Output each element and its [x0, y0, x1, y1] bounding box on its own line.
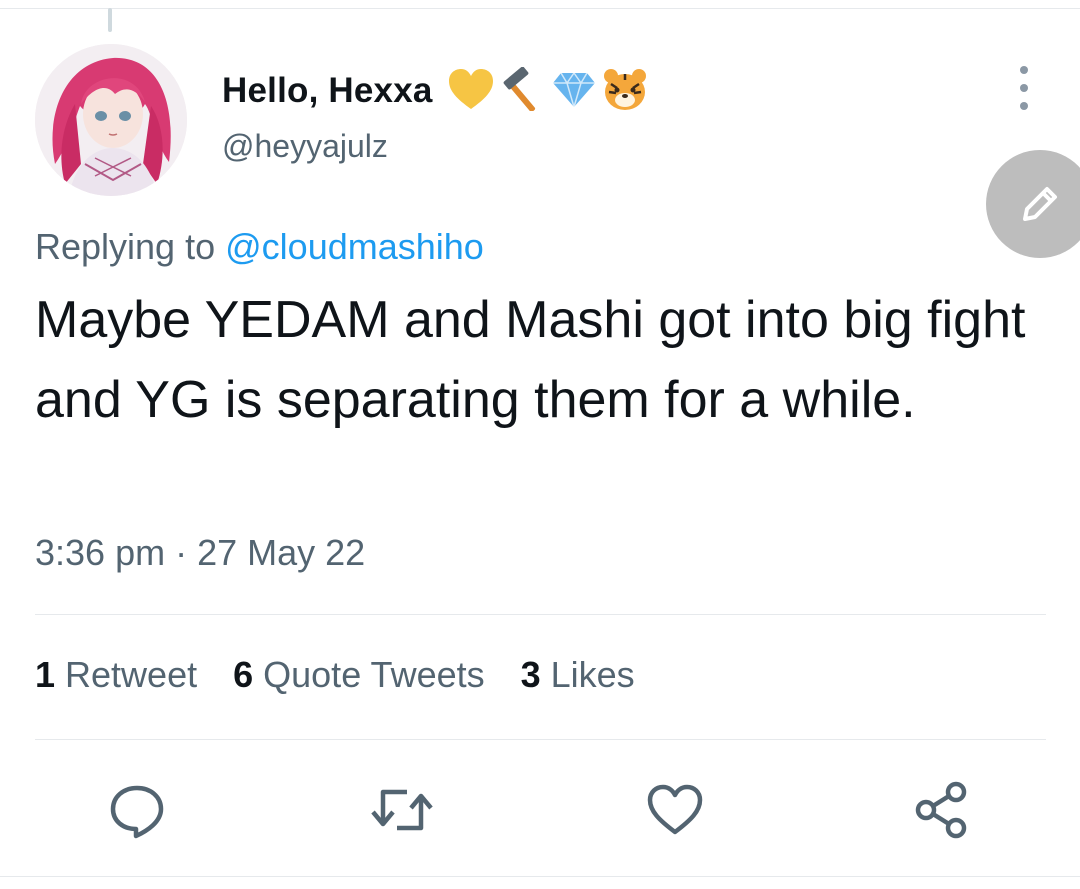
avatar-illustration-icon [35, 44, 187, 196]
retweet-button[interactable] [362, 770, 442, 850]
pencil-icon [1023, 187, 1057, 221]
share-button[interactable] [902, 770, 982, 850]
more-options-icon[interactable] [1014, 66, 1034, 110]
tweet-text: Maybe YEDAM and Mashi got into big fight… [35, 291, 1026, 429]
thread-connector-line [108, 8, 112, 32]
stat-label: Likes [550, 654, 635, 695]
display-name[interactable]: Hello, Hexxa [222, 71, 433, 111]
hammer-icon [499, 66, 547, 115]
stat-label: Quote Tweets [263, 654, 485, 695]
engagement-stats: 1 Retweet 6 Quote Tweets 3 Likes [35, 654, 635, 696]
top-border [0, 8, 1080, 9]
like-button[interactable] [635, 770, 715, 850]
tiger-face-icon [601, 66, 649, 116]
stat-likes[interactable]: 3 Likes [521, 654, 635, 696]
action-bar [0, 770, 1080, 850]
share-icon [915, 781, 967, 839]
compose-button[interactable] [986, 150, 1080, 258]
yellow-heart-icon [447, 67, 495, 115]
avatar[interactable] [35, 44, 187, 196]
author-handle[interactable]: @heyyajulz [222, 128, 388, 165]
replying-to-prefix: Replying to [35, 226, 216, 267]
stat-count: 1 [35, 654, 56, 695]
stat-retweets[interactable]: 1 Retweet [35, 654, 197, 696]
like-icon [647, 784, 703, 835]
replying-to: Replying to @cloudmashiho [35, 226, 484, 268]
divider [35, 614, 1046, 615]
retweet-icon [371, 789, 433, 831]
stat-quote-tweets[interactable]: 6 Quote Tweets [233, 654, 485, 696]
reply-icon [110, 785, 164, 839]
divider [35, 739, 1046, 740]
tweet-timestamp[interactable]: 3:36 pm · 27 May 22 [35, 532, 365, 574]
bottom-border [0, 876, 1080, 877]
stat-label: Retweet [65, 654, 198, 695]
stat-count: 6 [233, 654, 254, 695]
stat-count: 3 [520, 654, 541, 695]
name-emojis [447, 66, 649, 116]
author-name-row[interactable]: Hello, Hexxa [222, 66, 649, 116]
reply-button[interactable] [97, 770, 177, 850]
reply-mention-link[interactable]: @cloudmashiho [225, 226, 484, 267]
gem-icon [551, 69, 597, 113]
